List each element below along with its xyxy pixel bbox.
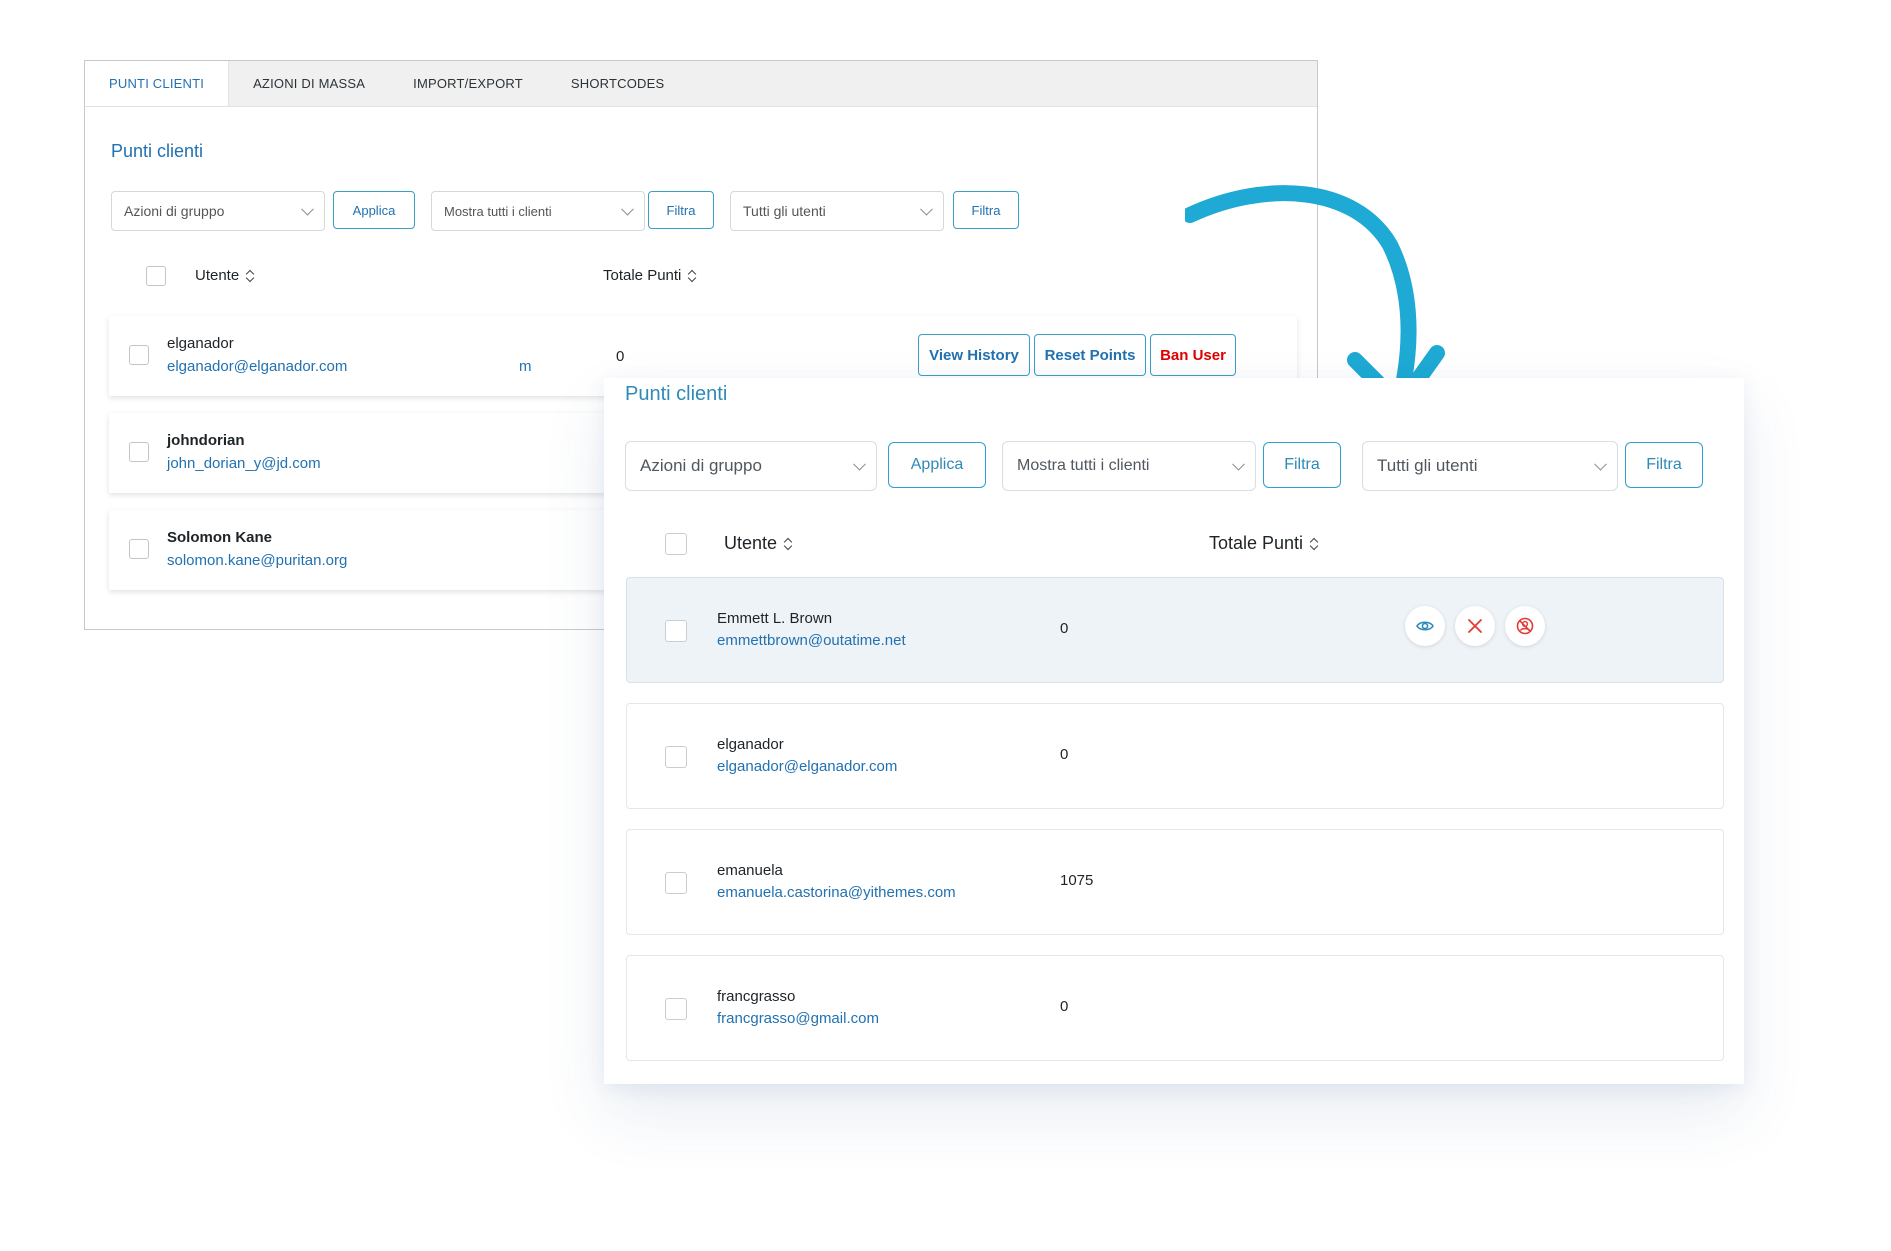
- reset-points-icon-button[interactable]: [1455, 606, 1495, 646]
- new-table-row[interactable]: Emmett L. Brown emmettbrown@outatime.net…: [626, 577, 1724, 683]
- new-customers-select[interactable]: Mostra tutti i clienti: [1002, 441, 1256, 491]
- ban-user-icon-button[interactable]: [1505, 606, 1545, 646]
- new-users-value: Tutti gli utenti: [1377, 456, 1478, 475]
- old-col-points-label: Totale Punti: [603, 267, 682, 284]
- old-customers-select[interactable]: Mostra tutti i clienti: [431, 191, 645, 231]
- ban-icon: [1516, 617, 1534, 635]
- new-page-title: Punti clienti: [625, 383, 728, 405]
- old-users-value: Tutti gli utenti: [743, 203, 826, 219]
- new-bulk-action-value: Azioni di gruppo: [640, 456, 762, 475]
- new-filter-button-1[interactable]: Filtra: [1263, 442, 1341, 488]
- old-users-select[interactable]: Tutti gli utenti: [730, 191, 944, 231]
- chevron-down-icon: [1594, 457, 1607, 471]
- old-tab-bar: PUNTI CLIENTI AZIONI DI MASSA IMPORT/EXP…: [85, 61, 1317, 107]
- old-col-points[interactable]: Totale Punti: [603, 267, 697, 284]
- new-table-row[interactable]: emanuela emanuela.castorina@yithemes.com…: [626, 829, 1724, 935]
- new-col-user[interactable]: Utente: [724, 533, 793, 554]
- new-table-row[interactable]: francgrasso francgrasso@gmail.com 0: [626, 955, 1724, 1061]
- tab-punti-clienti[interactable]: PUNTI CLIENTI: [85, 61, 230, 106]
- new-points-panel: Punti clienti Azioni di gruppo Applica M…: [604, 378, 1744, 1084]
- chevron-down-icon: [301, 202, 314, 216]
- new-users-select[interactable]: Tutti gli utenti: [1362, 441, 1618, 491]
- new-user-points: 1075: [1060, 872, 1094, 889]
- new-col-points[interactable]: Totale Punti: [1209, 533, 1319, 554]
- chevron-down-icon: [853, 457, 866, 471]
- old-user-email[interactable]: john_dorian_y@jd.com: [167, 455, 321, 472]
- new-table-row[interactable]: elganador elganador@elganador.com 0: [626, 703, 1724, 809]
- old-row-checkbox[interactable]: [129, 442, 149, 462]
- close-icon: [1468, 619, 1482, 633]
- view-history-icon-button[interactable]: [1405, 606, 1445, 646]
- new-apply-button[interactable]: Applica: [888, 442, 986, 488]
- old-col-user-label: Utente: [195, 267, 240, 284]
- new-user-email[interactable]: emanuela.castorina@yithemes.com: [717, 884, 956, 901]
- sort-icon: [783, 538, 793, 550]
- old-filter-button-1[interactable]: Filtra: [648, 191, 714, 229]
- old-filter-button-2[interactable]: Filtra: [953, 191, 1019, 229]
- view-history-button[interactable]: View History: [918, 334, 1030, 376]
- old-user-points: 0: [616, 348, 625, 365]
- new-filter-button-2[interactable]: Filtra: [1625, 442, 1703, 488]
- new-user-name: elganador: [717, 736, 784, 753]
- old-user-email[interactable]: solomon.kane@puritan.org: [167, 552, 347, 569]
- old-select-all-checkbox[interactable]: [146, 266, 166, 286]
- tab-shortcodes[interactable]: SHORTCODES: [547, 61, 689, 106]
- new-col-points-label: Totale Punti: [1209, 533, 1304, 553]
- old-row-checkbox[interactable]: [129, 345, 149, 365]
- new-row-checkbox[interactable]: [665, 746, 687, 768]
- old-user-email[interactable]: elganador@elganador.com: [167, 358, 347, 375]
- old-row-extra: m: [519, 358, 532, 375]
- old-row-checkbox[interactable]: [129, 539, 149, 559]
- old-user-name: johndorian: [167, 432, 245, 449]
- sort-icon: [1309, 538, 1319, 550]
- new-col-user-label: Utente: [724, 533, 778, 553]
- sort-icon: [687, 270, 697, 282]
- new-user-email[interactable]: elganador@elganador.com: [717, 758, 897, 775]
- old-page-title: Punti clienti: [111, 141, 204, 161]
- chevron-down-icon: [920, 202, 933, 216]
- new-user-points: 0: [1060, 746, 1069, 763]
- eye-icon: [1416, 621, 1434, 631]
- old-user-name: elganador: [167, 335, 234, 352]
- sort-icon: [245, 270, 255, 282]
- old-bulk-action-select[interactable]: Azioni di gruppo: [111, 191, 325, 231]
- new-user-points: 0: [1060, 620, 1069, 637]
- new-row-checkbox[interactable]: [665, 620, 687, 642]
- new-user-name: francgrasso: [717, 988, 796, 1005]
- old-user-name: Solomon Kane: [167, 529, 273, 546]
- tab-import-export[interactable]: IMPORT/EXPORT: [389, 61, 547, 106]
- new-user-name: Emmett L. Brown: [717, 610, 833, 627]
- chevron-down-icon: [1232, 457, 1245, 471]
- new-user-points: 0: [1060, 998, 1069, 1015]
- old-customers-value: Mostra tutti i clienti: [444, 203, 552, 219]
- old-apply-button[interactable]: Applica: [333, 191, 415, 229]
- chevron-down-icon: [621, 202, 634, 216]
- new-customers-value: Mostra tutti i clienti: [1017, 457, 1150, 474]
- new-row-checkbox[interactable]: [665, 998, 687, 1020]
- new-user-name: emanuela: [717, 862, 783, 879]
- new-bulk-action-select[interactable]: Azioni di gruppo: [625, 441, 877, 491]
- reset-points-button[interactable]: Reset Points: [1034, 334, 1146, 376]
- old-bulk-action-value: Azioni di gruppo: [124, 203, 225, 219]
- new-user-email[interactable]: emmettbrown@outatime.net: [717, 632, 906, 649]
- new-row-checkbox[interactable]: [665, 872, 687, 894]
- new-user-email[interactable]: francgrasso@gmail.com: [717, 1010, 879, 1027]
- old-col-user[interactable]: Utente: [195, 267, 255, 284]
- new-select-all-checkbox[interactable]: [665, 533, 687, 555]
- tab-azioni-di-massa[interactable]: AZIONI DI MASSA: [229, 61, 389, 106]
